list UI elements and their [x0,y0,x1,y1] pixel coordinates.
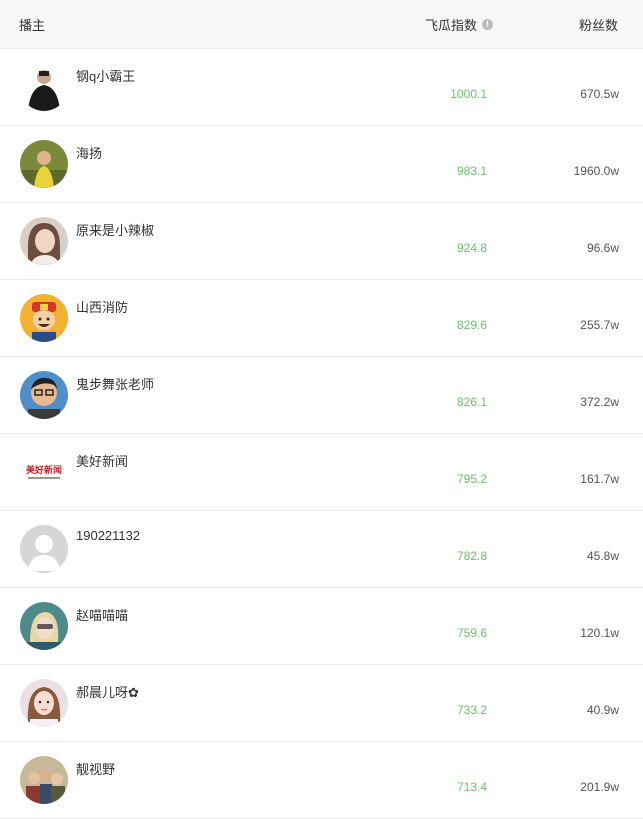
table-row[interactable]: 山西消防 829.6 255.7w [0,280,643,357]
table-row[interactable]: 美好新闻 美好新闻 795.2 161.7w [0,434,643,511]
index-value: 782.8 [456,549,487,563]
anchor-cell: 郝晨儿呀✿ [0,665,353,741]
anchor-name[interactable]: 靓视野 [76,759,115,778]
column-header-anchor[interactable]: 播主 [0,15,353,34]
fans-value: 120.1w [580,626,619,640]
index-value: 983.1 [456,164,487,178]
fans-value: 40.9w [586,703,619,717]
avatar[interactable] [20,294,68,342]
column-header-index-label: 飞瓜指数 [424,17,477,33]
anchor-cell: 190221132 [0,511,353,587]
anchor-name[interactable]: 鬼步舞张老师 [76,374,154,393]
anchor-name[interactable]: 山西消防 [76,297,128,316]
anchor-cell: 钢q小霸王 [0,49,353,125]
fans-value: 161.7w [580,472,619,486]
index-value: 759.6 [456,626,487,640]
anchor-cell: 鬼步舞张老师 [0,357,353,433]
anchor-name[interactable]: 190221132 [76,528,140,543]
table-row[interactable]: 海扬 983.1 1960.0w [0,126,643,203]
index-value: 829.6 [456,318,487,332]
fans-value: 1960.0w [573,164,619,178]
avatar[interactable] [20,140,68,188]
column-header-index[interactable]: 飞瓜指数 ! [353,15,513,34]
anchor-name[interactable]: 美好新闻 [76,451,128,470]
anchor-name[interactable]: 原来是小辣椒 [76,220,154,239]
table-header: 播主 飞瓜指数 ! 粉丝数 [0,0,643,49]
fans-value: 670.5w [580,87,619,101]
avatar[interactable] [20,525,68,573]
table-row[interactable]: 钢q小霸王 1000.1 670.5w [0,49,643,126]
anchor-cell: 山西消防 [0,280,353,356]
anchor-cell: 原来是小辣椒 [0,203,353,279]
anchor-cell: 赵喵喵喵 [0,588,353,664]
avatar[interactable] [20,679,68,727]
table-row[interactable]: 靓视野 713.4 201.9w [0,742,643,819]
table-row[interactable]: 原来是小辣椒 924.8 96.6w [0,203,643,280]
index-value: 733.2 [456,703,487,717]
info-icon[interactable]: ! [482,18,493,30]
fans-value: 372.2w [580,395,619,409]
index-value: 713.4 [456,780,487,794]
table-row[interactable]: 190221132 782.8 45.8w [0,511,643,588]
index-value: 924.8 [456,241,487,255]
anchor-cell: 海扬 [0,126,353,202]
anchor-name[interactable]: 钢q小霸王 [76,66,135,85]
ranking-table: 播主 飞瓜指数 ! 粉丝数 钢q小霸王 1000.1 670.5w 海扬 983… [0,0,643,819]
anchor-name[interactable]: 赵喵喵喵 [76,605,128,624]
anchor-cell: 靓视野 [0,742,353,818]
avatar[interactable]: 美好新闻 [20,448,68,496]
table-row[interactable]: 鬼步舞张老师 826.1 372.2w [0,357,643,434]
table-row[interactable]: 郝晨儿呀✿ 733.2 40.9w [0,665,643,742]
fans-value: 96.6w [586,241,619,255]
anchor-name[interactable]: 海扬 [76,143,102,162]
avatar[interactable] [20,63,68,111]
table-row[interactable]: 赵喵喵喵 759.6 120.1w [0,588,643,665]
column-header-fans[interactable]: 粉丝数 [513,15,643,34]
fans-value: 45.8w [586,549,619,563]
avatar[interactable] [20,602,68,650]
index-value: 826.1 [456,395,487,409]
avatar[interactable] [20,371,68,419]
anchor-name[interactable]: 郝晨儿呀✿ [76,682,139,701]
fans-value: 201.9w [580,780,619,794]
anchor-cell: 美好新闻 美好新闻 [0,434,353,510]
index-value: 795.2 [456,472,487,486]
avatar[interactable] [20,756,68,804]
avatar[interactable] [20,217,68,265]
fans-value: 255.7w [580,318,619,332]
index-value: 1000.1 [450,87,487,101]
news-logo-text: 美好新闻 [26,464,62,476]
